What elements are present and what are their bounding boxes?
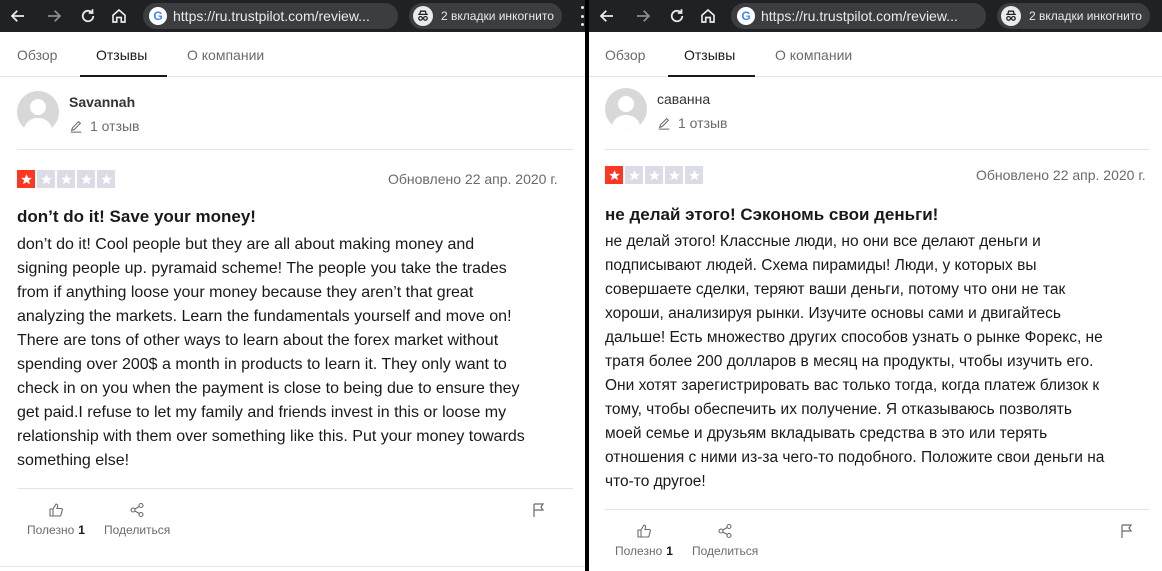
google-icon: G [737,7,755,25]
reload-icon[interactable] [76,4,100,28]
star-icon-empty [37,170,55,188]
review-count-label: 1 отзыв [678,115,728,131]
share-icon [718,523,732,539]
forward-arrow-icon[interactable] [631,4,655,28]
star-icon-empty [97,170,115,188]
star-icon-empty [685,166,703,184]
share-icon [130,502,144,518]
star-icon-empty [665,166,683,184]
home-icon[interactable] [107,4,131,28]
useful-count: 1 [78,523,85,537]
tab-reviews[interactable]: Отзывы [96,33,147,77]
tab-about[interactable]: О компании [775,33,852,77]
google-icon: G [149,7,167,25]
divider [0,566,585,567]
flag-icon[interactable] [531,502,547,518]
reviewer-review-count: 1 отзыв [69,118,140,134]
avatar[interactable] [605,88,647,130]
tab-overview[interactable]: Обзор [605,33,645,77]
flag-icon[interactable] [1119,523,1135,539]
review-date: Обновлено 22 апр. 2020 г. [388,171,558,187]
menu-dots-icon[interactable] [579,6,585,26]
share-button[interactable]: Поделиться [104,502,170,537]
useful-label: Полезно [615,544,663,558]
back-arrow-icon[interactable] [6,4,30,28]
star-icon-empty [77,170,95,188]
tab-about[interactable]: О компании [187,33,264,77]
address-bar[interactable]: G https://ru.trustpilot.com/review... [731,3,986,29]
star-icon-filled [605,166,623,184]
useful-button[interactable]: Полезно 1 [27,502,85,537]
share-label: Поделиться [104,523,171,537]
useful-label: Полезно [27,523,75,537]
useful-count: 1 [666,544,673,558]
url-text: https://ru.trustpilot.com/review... [173,8,370,24]
avatar[interactable] [17,91,59,133]
tab-overview[interactable]: Обзор [17,33,57,77]
review-body: не делай этого! Классные люди, но они вс… [605,233,1105,490]
review-title[interactable]: не делай этого! Сэкономь свои деньги! [605,205,938,225]
useful-button[interactable]: Полезно 1 [615,523,673,558]
incognito-label: 2 вкладки инкогнито [1029,9,1142,23]
thumbs-up-icon [637,524,651,538]
page-tabs: Обзор Отзывы О компании [0,33,585,77]
forward-arrow-icon[interactable] [42,4,66,28]
tab-reviews[interactable]: Отзывы [684,33,735,77]
browser-toolbar: G https://ru.trustpilot.com/review... 2 … [589,0,1162,32]
url-text: https://ru.trustpilot.com/review... [761,8,958,24]
share-label: Поделиться [692,544,759,558]
reload-icon[interactable] [665,4,689,28]
browser-toolbar: G https://ru.trustpilot.com/review... 2 … [0,0,585,32]
review-title[interactable]: don’t do it! Save your money! [17,207,256,227]
address-bar[interactable]: G https://ru.trustpilot.com/review... [143,3,398,29]
divider [17,488,573,489]
home-icon[interactable] [696,4,720,28]
review-count-label: 1 отзыв [90,118,140,134]
reviewer-review-count: 1 отзыв [657,115,728,131]
star-rating [17,170,115,188]
review-date: Обновлено 22 апр. 2020 г. [976,167,1146,183]
star-icon-filled [17,170,35,188]
page-tabs: Обзор Отзывы О компании [589,33,1162,77]
incognito-label: 2 вкладки инкогнито [441,9,554,23]
reviewer-name[interactable]: Savannah [69,94,135,110]
browser-window-left: G https://ru.trustpilot.com/review... 2 … [0,0,585,571]
star-icon-empty [625,166,643,184]
divider [17,149,573,150]
browser-window-right: G https://ru.trustpilot.com/review... 2 … [589,0,1162,571]
pencil-icon [70,120,82,133]
incognito-icon [1001,6,1021,26]
active-tab-indicator [80,75,167,77]
share-button[interactable]: Поделиться [692,523,758,558]
incognito-icon [413,6,433,26]
incognito-indicator[interactable]: 2 вкладки инкогнито [409,3,562,29]
thumbs-up-icon [49,503,63,517]
reviewer-name[interactable]: саванна [657,91,710,107]
active-tab-indicator [668,75,755,77]
star-icon-empty [645,166,663,184]
divider [605,509,1149,510]
divider [605,149,1149,150]
incognito-indicator[interactable]: 2 вкладки инкогнито [997,3,1150,29]
review-body: don’t do it! Cool people but they are al… [17,236,525,469]
pencil-icon [658,117,670,130]
back-arrow-icon[interactable] [595,4,619,28]
star-rating [605,166,703,184]
star-icon-empty [57,170,75,188]
